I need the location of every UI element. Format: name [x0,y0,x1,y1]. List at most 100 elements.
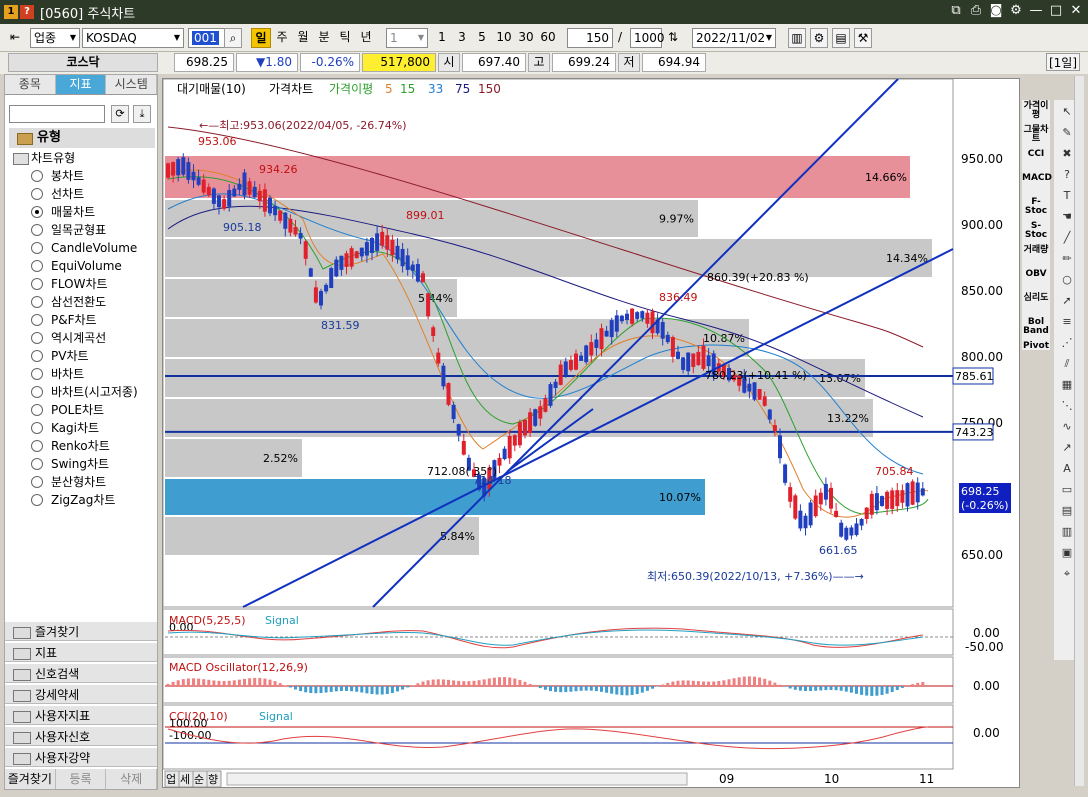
interval-30-button[interactable]: 30 [516,28,536,48]
prev-arrow-icon[interactable]: ⇤ [6,28,24,48]
interval-10-button[interactable]: 10 [494,28,514,48]
quick-indicator-button[interactable]: 심리도 [1022,292,1050,316]
maximize-icon[interactable]: □ [1048,3,1064,19]
chart-type-item[interactable]: Swing차트 [9,455,138,473]
chart-svg[interactable]: 14.66%9.97%14.34%5.44%10.87%13.07%13.22%… [163,79,1020,788]
market-select[interactable]: 업종 [30,28,80,48]
chart-type-item[interactable]: 일목균형표 [9,221,138,239]
osc-bar [880,686,884,695]
period-year-button[interactable]: 년 [356,28,376,48]
quick-indicator-button[interactable]: OBV [1022,268,1050,292]
folder-item[interactable]: 지표 [5,642,157,662]
group-title[interactable]: 유형 [9,128,155,148]
osc-bar [809,686,813,692]
quick-indicator-button[interactable]: Bol Band [1022,316,1050,340]
chart-type-item[interactable]: Renko차트 [9,437,138,455]
chart-type-item[interactable]: 분산형차트 [9,473,138,491]
refresh-icon[interactable]: ⟳ [111,105,129,123]
chart-type-item[interactable]: P&F차트 [9,311,138,329]
chart-type-item[interactable]: 바차트 [9,365,138,383]
candle-body [293,226,298,235]
register-tab[interactable]: 등록 [55,769,107,789]
favorites-tab[interactable]: 즐겨찾기 [5,769,56,789]
osc-bar [411,685,415,686]
total-input[interactable]: 1000 [630,28,665,48]
folder-item[interactable]: 사용자강약 [5,747,157,767]
interval-3-button[interactable]: 3 [452,28,472,48]
chart-type-item[interactable]: 삼선전환도 [9,293,138,311]
osc-bar [467,681,471,686]
period-tag[interactable]: [1일] [1046,53,1080,71]
quick-indicator-button[interactable]: 그물차트 [1022,124,1050,148]
period-day-button[interactable]: 일 [251,28,271,48]
minimize-icon[interactable]: — [1028,3,1044,19]
folder-item[interactable]: 즐겨찾기 [5,621,157,641]
download-icon[interactable]: ⤓ [133,105,151,123]
chart-type-item[interactable]: POLE차트 [9,401,138,419]
volume: 517,800 [362,53,436,72]
camera-icon[interactable]: ◙ [988,3,1004,19]
period-month-button[interactable]: 월 [293,28,313,48]
chart-type-item[interactable]: 매물차트 [9,203,138,221]
tree-root[interactable]: 차트유형 [9,149,138,167]
chart-type-item[interactable]: PV차트 [9,347,138,365]
sort-icon[interactable]: ⇅ [664,28,682,48]
code-select[interactable]: KOSDAQ [82,28,184,48]
interval-5-button[interactable]: 5 [472,28,492,48]
code-tag[interactable]: 001 [188,28,228,48]
chart-type-item[interactable]: 봉차트 [9,167,138,185]
chart-type-item[interactable]: 바차트(시고저종) [9,383,138,401]
chart-type-item[interactable]: CandleVolume [9,239,138,257]
tools-icon[interactable]: ⚒ [854,28,872,48]
chart-icon[interactable]: ▥ [788,28,806,48]
candle-body [568,360,573,370]
quick-indicator-button[interactable]: 가격이평 [1022,100,1050,124]
chart-type-item[interactable]: Kagi차트 [9,419,138,437]
save-icon[interactable]: ▤ [832,28,850,48]
candle-body [558,364,563,385]
chart-type-item[interactable]: EquiVolume [9,257,138,275]
folder-item[interactable]: 사용자신호 [5,726,157,746]
print-icon[interactable]: ⎙ [968,3,984,19]
folder-item[interactable]: 신호검색 [5,663,157,683]
chart-type-item[interactable]: 선차트 [9,185,138,203]
period-week-button[interactable]: 주 [272,28,292,48]
interval-1-button[interactable]: 1 [432,28,452,48]
quick-indicator-button[interactable]: S-Stoc [1022,220,1050,244]
search-icon[interactable]: ⌕ [224,28,242,48]
quick-indicator-button[interactable]: F-Stoc [1022,196,1050,220]
gear-icon[interactable]: ⚙ [1008,3,1024,19]
tab-stock[interactable]: 종목 [5,75,56,94]
chart-area[interactable]: 14.66% 9.97% 14.34% 5.44% 10.87% 13.07% 13.22%… [162,78,1020,788]
folder-item[interactable]: 사용자지표 [5,705,157,725]
chart-type-item[interactable]: 역시계곡선 [9,329,138,347]
osc-bar [487,678,491,686]
date-select[interactable]: 2022/11/02 [692,28,776,48]
close-icon[interactable]: ✕ [1068,3,1084,19]
candle-body [869,493,874,515]
count-spinner[interactable]: 150 [567,28,613,48]
period-tick-button[interactable]: 틱 [335,28,355,48]
chart-type-item[interactable]: FLOW차트 [9,275,138,293]
candle-body [594,339,599,348]
candle-body [395,245,400,260]
link-icon[interactable]: ⧉ [948,3,964,19]
delete-tab[interactable]: 삭제 [106,769,158,789]
tab-indicator[interactable]: 지표 [55,75,107,94]
quick-indicator-button[interactable]: MACD [1022,172,1052,196]
vertical-scrollbar[interactable] [1074,76,1084,786]
quick-indicator-button[interactable]: CCI [1022,148,1050,172]
osc-bar [737,677,741,686]
interval-60-button[interactable]: 60 [538,28,558,48]
settings-icon[interactable]: ⚙ [810,28,828,48]
tab-system[interactable]: 시스템 [106,75,158,94]
interval-select[interactable]: 1 [386,28,428,48]
help-badge-icon[interactable]: ? [20,5,34,19]
folder-item[interactable]: 강세약세 [5,684,157,704]
indicator-search-input[interactable] [9,105,105,123]
quick-indicator-button[interactable]: Pivot [1022,340,1050,364]
candle-body [788,487,793,502]
period-minute-button[interactable]: 분 [314,28,334,48]
quick-indicator-button[interactable]: 거래량 [1022,244,1050,268]
chart-type-item[interactable]: ZigZag차트 [9,491,138,509]
